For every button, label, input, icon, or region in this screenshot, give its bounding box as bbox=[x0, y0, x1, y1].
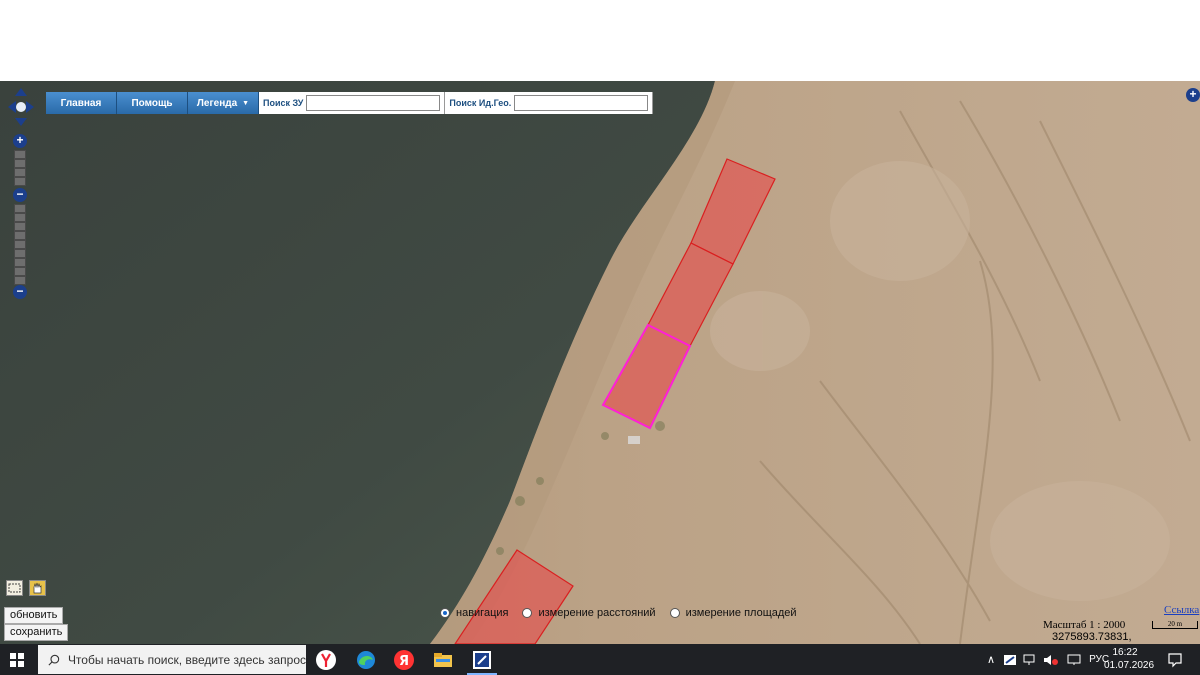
app-window-icon[interactable] bbox=[469, 647, 495, 673]
zoom-level[interactable] bbox=[14, 258, 26, 267]
parcels-layer[interactable] bbox=[0, 81, 1200, 644]
parcel-1[interactable] bbox=[690, 158, 776, 265]
zoom-level[interactable] bbox=[14, 204, 26, 213]
network-icon[interactable] bbox=[1023, 654, 1037, 666]
yandex-browser-icon[interactable] bbox=[313, 647, 339, 673]
taskbar-clock[interactable]: 16:22 01.07.2026 bbox=[1104, 646, 1155, 672]
pan-hand-tool-icon[interactable] bbox=[29, 580, 46, 596]
legend-label: Легенда bbox=[196, 97, 238, 109]
pan-left-icon[interactable] bbox=[8, 101, 16, 113]
map-toolbar: Главная Помощь Легенда ▼ Поиск ЗУ Поиск … bbox=[46, 92, 654, 114]
radio-distance-label: измерение расстояний bbox=[538, 607, 656, 619]
zoom-out-icon[interactable]: − bbox=[13, 285, 27, 299]
search-zu-input[interactable] bbox=[306, 95, 441, 111]
pan-right-icon[interactable] bbox=[26, 101, 34, 113]
pan-down-icon[interactable] bbox=[15, 118, 27, 126]
zoom-in-icon[interactable]: + bbox=[13, 134, 27, 148]
search-icon bbox=[48, 654, 60, 666]
windows-start-icon[interactable] bbox=[10, 653, 24, 667]
parcel-3-selected[interactable] bbox=[601, 323, 692, 430]
zoom-level[interactable] bbox=[14, 240, 26, 249]
parcel-4[interactable] bbox=[454, 549, 574, 644]
pan-up-icon[interactable] bbox=[15, 88, 27, 96]
help-button[interactable]: Помощь bbox=[117, 92, 188, 114]
volume-muted-icon[interactable] bbox=[1043, 654, 1059, 666]
zoom-level[interactable] bbox=[14, 150, 26, 159]
zoom-control[interactable]: + − − bbox=[13, 134, 27, 299]
scale-bar: 20 m bbox=[1152, 621, 1198, 629]
layer-switcher-plus-icon[interactable]: + bbox=[1186, 88, 1200, 102]
permalink-link[interactable]: Ссылка bbox=[1164, 604, 1199, 616]
scale-text: Масштаб 1 : 2000 bbox=[1043, 619, 1126, 631]
radio-navigation-label: навигация bbox=[456, 607, 509, 619]
yandex-icon[interactable]: Я bbox=[391, 647, 417, 673]
radio-distance[interactable] bbox=[522, 608, 533, 618]
system-tray: ∧ РУС bbox=[987, 644, 1109, 675]
radio-area-label: измерение площадей bbox=[685, 607, 797, 619]
save-button[interactable]: сохранить bbox=[4, 624, 69, 641]
file-explorer-icon[interactable] bbox=[430, 647, 456, 673]
zoom-level[interactable] bbox=[14, 249, 26, 258]
clock-time: 16:22 bbox=[1112, 647, 1138, 658]
svg-text:Я: Я bbox=[399, 654, 409, 669]
search-geo-input[interactable] bbox=[514, 95, 649, 111]
taskbar-search[interactable]: Чтобы начать поиск, введите здесь запрос bbox=[38, 645, 306, 674]
zoom-slider-handle[interactable]: − bbox=[13, 188, 27, 202]
select-tool-icon[interactable] bbox=[6, 580, 23, 596]
chevron-down-icon: ▼ bbox=[242, 99, 250, 107]
search-geo-label: Поиск Ид.Гео. bbox=[449, 98, 512, 108]
search-zu: Поиск ЗУ bbox=[259, 92, 446, 114]
tray-chevron-up-icon[interactable]: ∧ bbox=[987, 653, 995, 666]
zoom-level[interactable] bbox=[14, 159, 26, 168]
windows-taskbar: Чтобы начать поиск, введите здесь запрос… bbox=[0, 644, 1200, 675]
zoom-level[interactable] bbox=[14, 231, 26, 240]
refresh-button[interactable]: обновить bbox=[4, 607, 64, 624]
display-icon[interactable] bbox=[1067, 654, 1081, 666]
search-zu-label: Поиск ЗУ bbox=[263, 98, 304, 108]
clock-date: 01.07.2026 bbox=[1104, 660, 1155, 671]
measure-mode-group: навигация измерение расстояний измерение… bbox=[440, 607, 811, 619]
tray-app-icon[interactable] bbox=[1003, 654, 1017, 666]
zoom-level[interactable] bbox=[14, 168, 26, 177]
zoom-level[interactable] bbox=[14, 213, 26, 222]
notifications-icon[interactable] bbox=[1167, 652, 1183, 668]
legend-button[interactable]: Легенда ▼ bbox=[188, 92, 259, 114]
zoom-level[interactable] bbox=[14, 267, 26, 276]
radio-navigation[interactable] bbox=[440, 608, 450, 618]
zoom-level[interactable] bbox=[14, 177, 26, 186]
edge-browser-icon[interactable] bbox=[353, 647, 379, 673]
search-geo: Поиск Ид.Гео. bbox=[445, 92, 654, 114]
home-button[interactable]: Главная bbox=[46, 92, 117, 114]
radio-area[interactable] bbox=[669, 608, 680, 618]
pan-control[interactable] bbox=[7, 87, 35, 127]
map-view[interactable] bbox=[0, 81, 1200, 644]
zoom-level[interactable] bbox=[14, 222, 26, 231]
taskbar-search-placeholder: Чтобы начать поиск, введите здесь запрос bbox=[67, 652, 306, 667]
